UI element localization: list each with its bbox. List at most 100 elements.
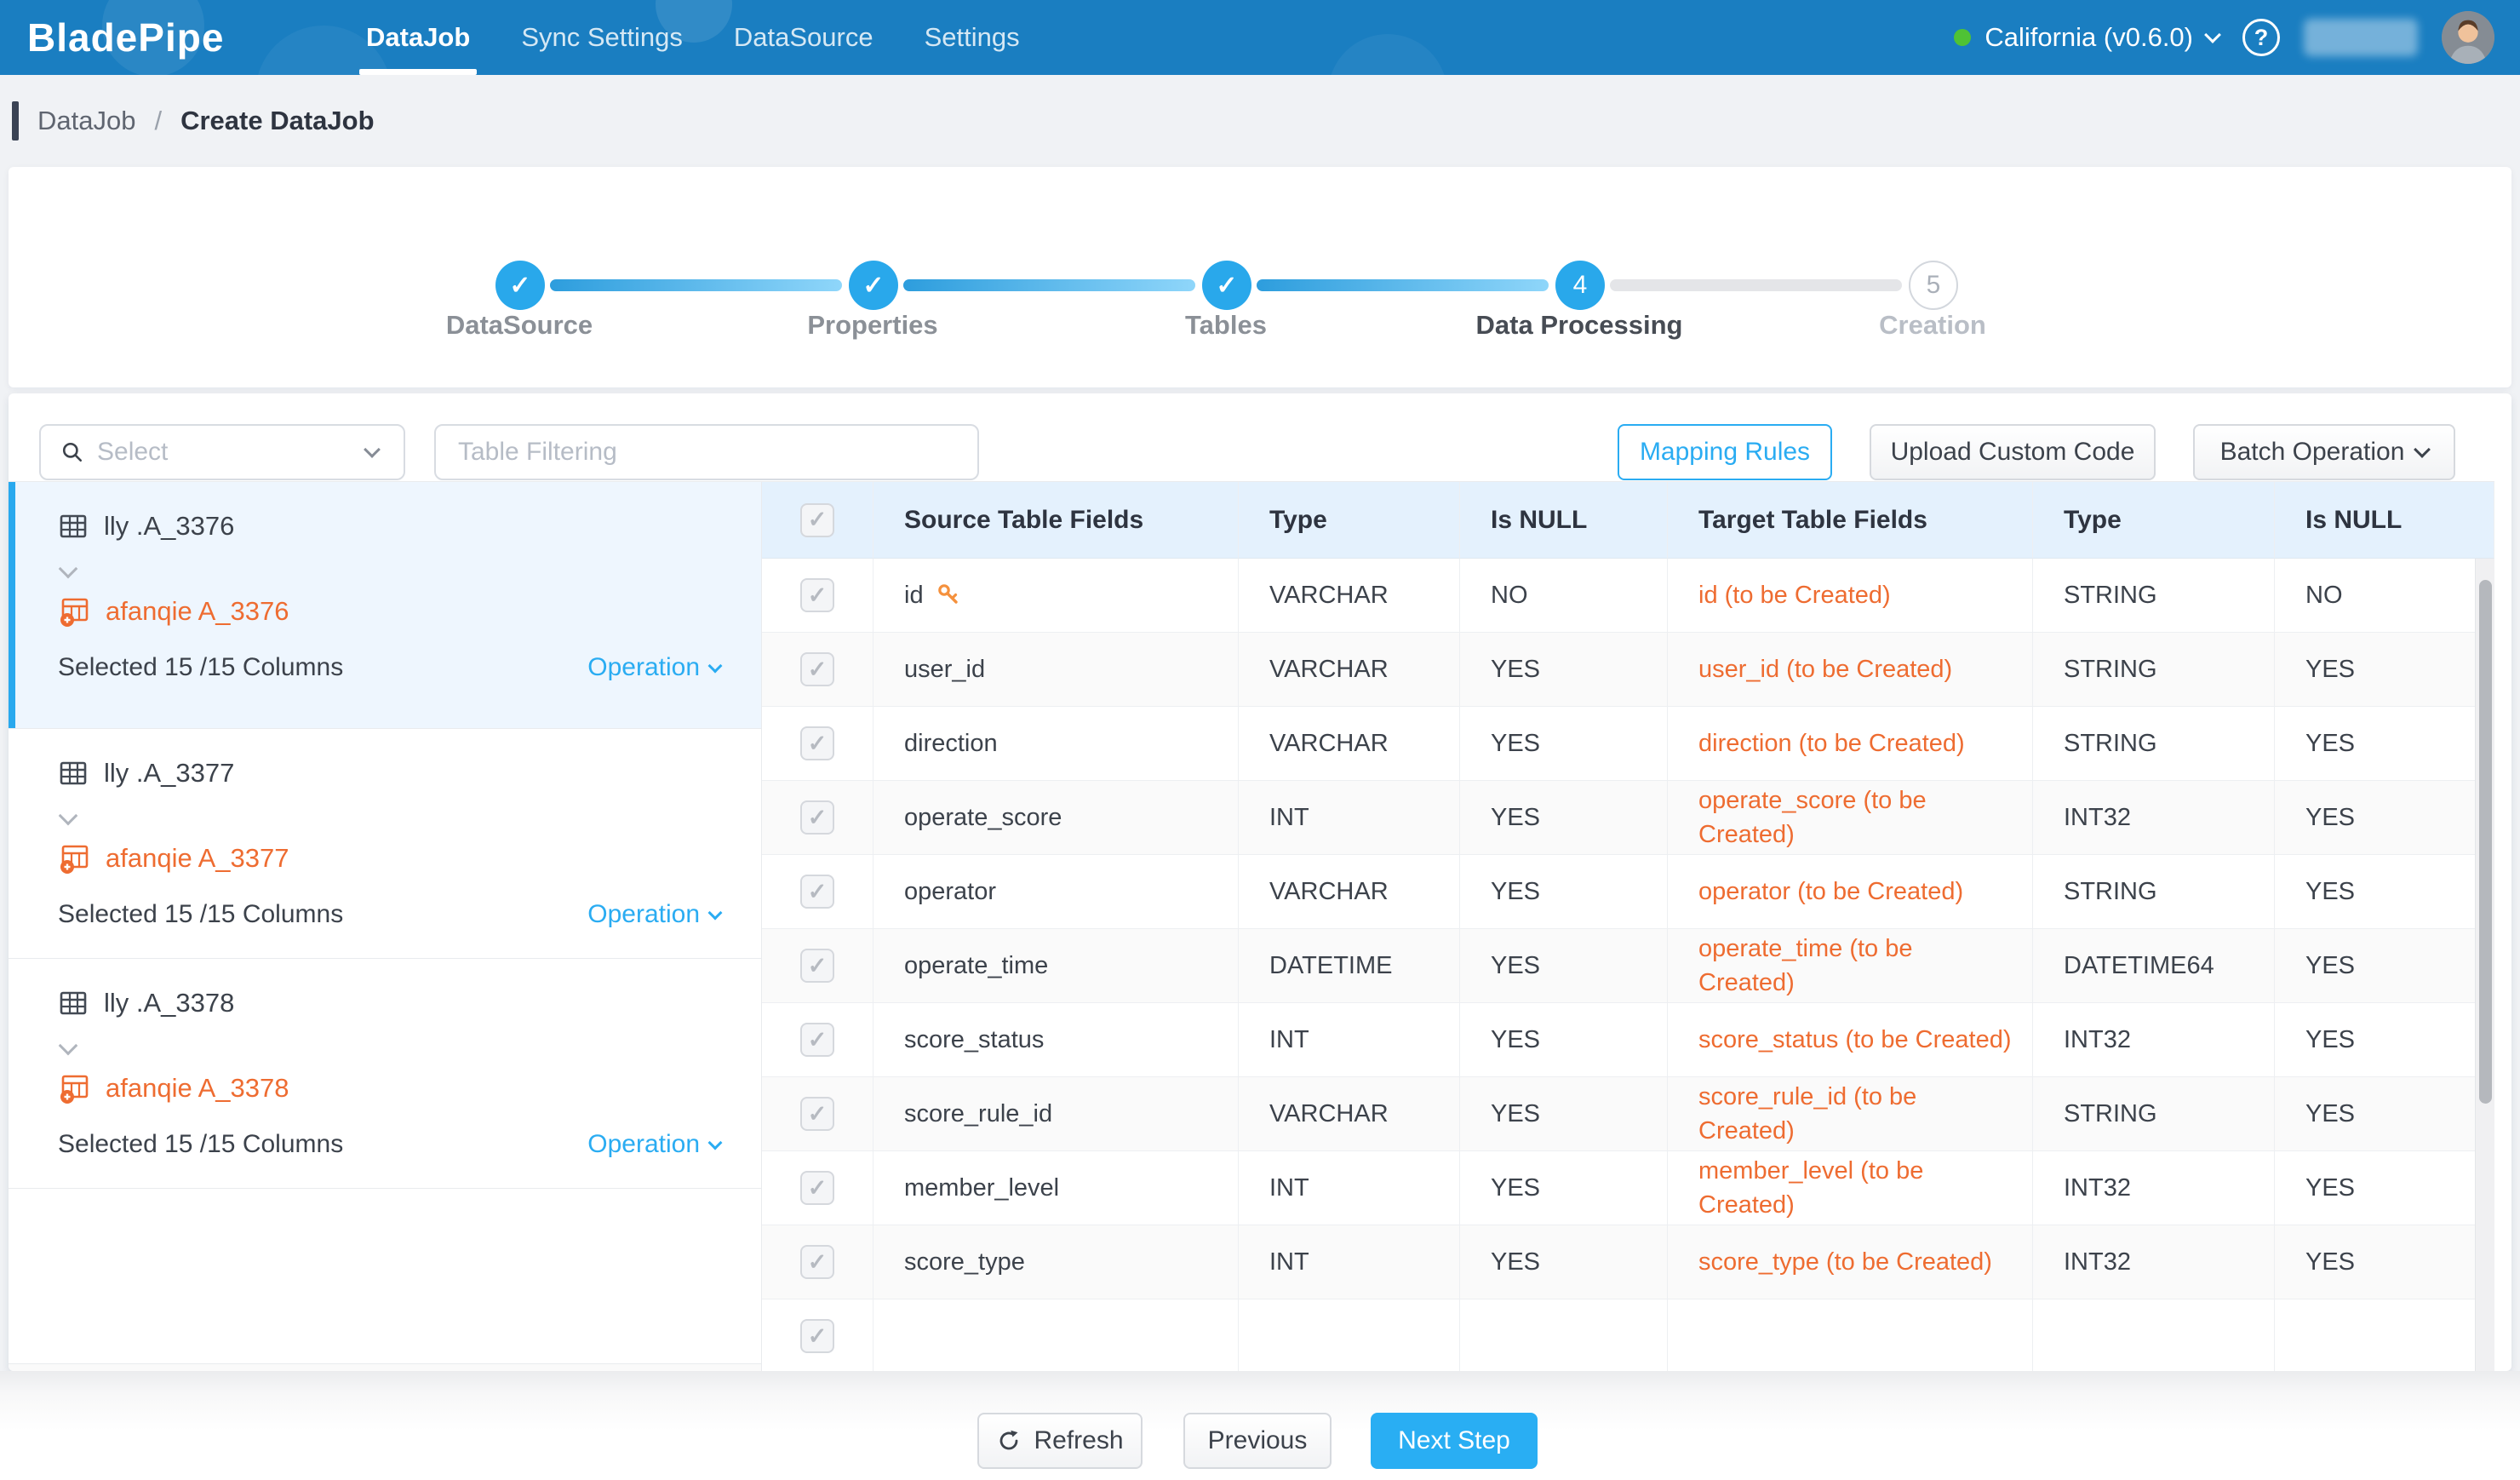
table-pair-item[interactable]: lly .A_3378 afanqie A_33	[9, 959, 761, 1189]
top-navbar: BladePipe DataJob Sync Settings DataSour…	[0, 0, 2520, 75]
field-row-partial	[762, 1299, 2494, 1371]
step-connector-1	[550, 279, 842, 291]
target-type-cell: INT32	[2033, 1003, 2275, 1077]
column-select-dropdown[interactable]: Select	[39, 424, 405, 480]
row-checkbox[interactable]	[762, 559, 873, 633]
help-icon[interactable]: ?	[2242, 19, 2280, 56]
upload-custom-code-button[interactable]: Upload Custom Code	[1870, 424, 2156, 480]
next-step-button[interactable]: Next Step	[1371, 1413, 1538, 1469]
source-field-cell: member_level	[873, 1151, 1239, 1225]
expand-chevron-icon[interactable]	[59, 1036, 78, 1056]
row-checkbox[interactable]	[762, 855, 873, 929]
scrollbar-thumb[interactable]	[2479, 580, 2492, 1104]
step-connector-4	[1610, 279, 1902, 291]
target-type-cell: STRING	[2033, 855, 2275, 929]
field-row: id VARCHAR NO id (to be Created) STRING …	[762, 559, 2494, 633]
step-connector-2	[903, 279, 1195, 291]
row-checkbox[interactable]	[762, 781, 873, 855]
avatar-illustration	[2442, 11, 2494, 64]
row-checkbox[interactable]	[762, 1003, 873, 1077]
mapping-rules-button[interactable]: Mapping Rules	[1618, 424, 1832, 480]
nav-item-settings[interactable]: Settings	[899, 0, 1045, 75]
expand-chevron-icon[interactable]	[59, 559, 78, 579]
source-nullable-cell: YES	[1460, 855, 1668, 929]
nav-item-sync-settings[interactable]: Sync Settings	[495, 0, 708, 75]
table-scrollbar[interactable]	[2475, 559, 2494, 1371]
table-filter-input[interactable]	[434, 424, 979, 480]
target-type-cell: INT32	[2033, 1151, 2275, 1225]
select-all-checkbox[interactable]	[762, 482, 873, 559]
source-nullable-cell: NO	[1460, 559, 1668, 633]
user-avatar[interactable]	[2442, 11, 2494, 64]
source-table-name: lly .A_3377	[104, 758, 234, 789]
operation-menu-link[interactable]: Operation	[587, 653, 720, 682]
target-table-create-icon	[58, 842, 90, 875]
previous-button[interactable]: Previous	[1183, 1413, 1332, 1469]
row-checkbox[interactable]	[762, 1151, 873, 1225]
operation-label: Operation	[587, 653, 700, 682]
page-title: Create DataJob	[180, 106, 374, 136]
row-checkbox[interactable]	[762, 633, 873, 707]
source-type-cell: INT	[1239, 1151, 1460, 1225]
target-field-cell: operate_score (to be Created)	[1668, 781, 2033, 855]
operation-menu-link[interactable]: Operation	[587, 1130, 720, 1159]
table-pair-item[interactable]: lly .A_3376 afanqie A_33	[9, 482, 761, 729]
target-nullable-cell: YES	[2275, 707, 2494, 781]
search-icon	[61, 441, 83, 463]
source-type-cell: INT	[1239, 1003, 1460, 1077]
expand-chevron-icon[interactable]	[59, 806, 78, 826]
checkbox-checked-icon	[800, 949, 834, 983]
target-field-cell: id (to be Created)	[1668, 559, 2033, 633]
source-table-icon	[58, 988, 89, 1018]
source-nullable-cell: YES	[1460, 707, 1668, 781]
row-checkbox[interactable]	[762, 929, 873, 1003]
source-field-name: user_id	[904, 656, 985, 684]
nav-item-datajob[interactable]: DataJob	[341, 0, 495, 75]
source-field-cell: score_type	[873, 1225, 1239, 1299]
source-field-name: direction	[904, 730, 998, 758]
source-field-cell: id	[873, 559, 1239, 633]
breadcrumb: DataJob / Create DataJob	[0, 75, 2520, 167]
source-table-name: lly .A_3376	[104, 511, 234, 542]
step-check-icon-tables	[1202, 261, 1251, 310]
source-field-name: id	[904, 582, 924, 610]
source-type-cell: INT	[1239, 781, 1460, 855]
checkbox-checked-icon	[800, 1319, 834, 1353]
chevron-down-icon	[708, 906, 723, 921]
step-number-creation: 5	[1909, 261, 1958, 310]
operation-menu-link[interactable]: Operation	[587, 900, 720, 929]
row-checkbox[interactable]	[762, 707, 873, 781]
source-type-cell: DATETIME	[1239, 929, 1460, 1003]
target-type-cell: DATETIME64	[2033, 929, 2275, 1003]
table-pair-item[interactable]: lly .A_3377 afanqie A_33	[9, 729, 761, 959]
step-check-icon-datasource	[495, 261, 545, 310]
target-table-name: afanqie A_3376	[106, 596, 289, 627]
breadcrumb-parent[interactable]: DataJob	[37, 106, 135, 136]
target-type-cell: STRING	[2033, 559, 2275, 633]
refresh-button[interactable]: Refresh	[977, 1413, 1143, 1469]
target-field-cell: operator (to be Created)	[1668, 855, 2033, 929]
batch-operation-button[interactable]: Batch Operation	[2193, 424, 2455, 480]
user-name-redacted	[2304, 19, 2418, 56]
source-field-name: operator	[904, 878, 996, 906]
navbar-right: California (v0.6.0) ?	[1954, 0, 2494, 75]
environment-selector[interactable]: California (v0.6.0)	[1954, 22, 2219, 53]
primary-key-icon	[936, 582, 961, 608]
field-table-header: Source Table Fields Type Is NULL Target …	[762, 482, 2494, 559]
source-nullable-cell: YES	[1460, 1077, 1668, 1151]
row-checkbox[interactable]	[762, 1077, 873, 1151]
row-checkbox[interactable]	[762, 1225, 873, 1299]
main-menu: DataJob Sync Settings DataSource Setting…	[341, 0, 1045, 75]
checkbox-checked-icon	[800, 800, 834, 835]
nav-item-datasource[interactable]: DataSource	[708, 0, 899, 75]
source-nullable-cell: YES	[1460, 1003, 1668, 1077]
selected-columns-info: Selected 15 /15 Columns	[58, 900, 343, 929]
environment-label: California (v0.6.0)	[1984, 22, 2193, 53]
target-nullable-cell: YES	[2275, 1003, 2494, 1077]
checkbox-checked-icon	[800, 652, 834, 686]
step-label-creation: Creation	[1779, 310, 2086, 341]
step-label-properties: Properties	[719, 310, 1026, 341]
target-table-create-icon	[58, 1072, 90, 1104]
source-field-name: operate_time	[904, 952, 1048, 980]
checkbox-checked-icon	[800, 578, 834, 612]
